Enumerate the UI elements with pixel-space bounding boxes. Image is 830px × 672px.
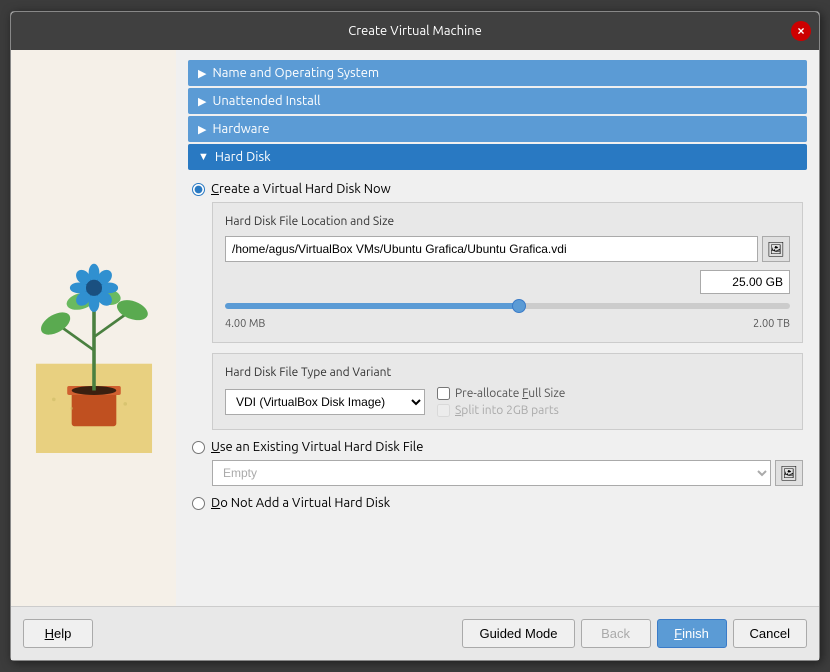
split-label[interactable]: Split into 2GB parts (437, 404, 565, 417)
close-button[interactable]: × (791, 21, 811, 41)
create-vhd-option: Create a Virtual Hard Disk Now Hard Disk… (192, 182, 803, 430)
nav-item-name-os[interactable]: ▶ Name and Operating System (188, 60, 807, 86)
pre-allocate-text: Pre-allocate Full Size (455, 387, 565, 400)
main-panel: ▶ Name and Operating System ▶ Unattended… (176, 50, 819, 606)
footer-left: Help (23, 619, 93, 648)
nav-item-unattended[interactable]: ▶ Unattended Install (188, 88, 807, 114)
cancel-label: Cancel (750, 626, 790, 641)
footer-right: Guided Mode Back Finish Cancel (462, 619, 807, 648)
back-label: Back (601, 626, 630, 641)
existing-browse-icon: 🖼 (780, 465, 798, 482)
nav-arrow-hardware: ▶ (198, 123, 206, 136)
file-browse-button[interactable]: 🖼 (762, 236, 790, 262)
type-row: VDI (VirtualBox Disk Image) VHD (Virtual… (225, 387, 790, 417)
cancel-button[interactable]: Cancel (733, 619, 807, 648)
sidebar-illustration (11, 50, 176, 606)
slider-labels: 4.00 MB 2.00 TB (225, 318, 790, 330)
hard-disk-section: Create a Virtual Hard Disk Now Hard Disk… (188, 172, 807, 530)
size-slider[interactable] (225, 303, 790, 309)
use-existing-label[interactable]: Use an Existing Virtual Hard Disk File (192, 440, 803, 454)
slider-max-label: 2.00 TB (753, 318, 790, 330)
plant-illustration (29, 203, 159, 453)
file-location-title: Hard Disk File Location and Size (225, 215, 790, 228)
help-label: Help (45, 626, 72, 641)
finish-button[interactable]: Finish (657, 619, 727, 648)
slider-min-label: 4.00 MB (225, 318, 265, 330)
split-checkbox (437, 404, 450, 417)
split-text: Split into 2GB parts (455, 404, 559, 417)
pre-allocate-label[interactable]: Pre-allocate Full Size (437, 387, 565, 400)
nav-item-hard-disk[interactable]: ▼ Hard Disk (188, 144, 807, 170)
nav-arrow-unattended: ▶ (198, 95, 206, 108)
do-not-add-option: Do Not Add a Virtual Hard Disk (192, 496, 803, 510)
checkboxes: Pre-allocate Full Size Split into 2GB pa… (437, 387, 565, 417)
existing-row: Empty 🖼 (212, 460, 803, 486)
file-path-input[interactable] (225, 236, 758, 262)
do-not-add-label[interactable]: Do Not Add a Virtual Hard Disk (192, 496, 803, 510)
size-value-row (225, 270, 790, 294)
size-value-input[interactable] (700, 270, 790, 294)
nav-label-name-os: Name and Operating System (212, 66, 379, 80)
file-path-row: 🖼 (225, 236, 790, 262)
existing-select[interactable]: Empty (212, 460, 771, 486)
create-vhd-radio[interactable] (192, 183, 205, 196)
create-vhd-text: Create a Virtual Hard Disk Now (211, 182, 391, 196)
nav-arrow-hard-disk: ▼ (198, 151, 209, 163)
use-existing-option: Use an Existing Virtual Hard Disk File E… (192, 440, 803, 486)
create-vhd-label[interactable]: Create a Virtual Hard Disk Now (192, 182, 803, 196)
dialog-title: Create Virtual Machine (348, 24, 482, 38)
file-type-title: Hard Disk File Type and Variant (225, 366, 790, 379)
guided-mode-label: Guided Mode (479, 626, 557, 641)
format-select[interactable]: VDI (VirtualBox Disk Image) VHD (Virtual… (225, 389, 425, 415)
nav-steps: ▶ Name and Operating System ▶ Unattended… (188, 60, 807, 172)
nav-label-hardware: Hardware (212, 122, 269, 136)
content-area: ▶ Name and Operating System ▶ Unattended… (11, 50, 819, 606)
nav-item-hardware[interactable]: ▶ Hardware (188, 116, 807, 142)
create-vm-dialog: Create Virtual Machine × (10, 11, 820, 661)
file-browse-icon: 🖼 (767, 241, 785, 258)
use-existing-radio[interactable] (192, 441, 205, 454)
finish-label: Finish (674, 626, 709, 641)
pre-allocate-checkbox[interactable] (437, 387, 450, 400)
do-not-add-radio[interactable] (192, 497, 205, 510)
existing-browse-button[interactable]: 🖼 (775, 460, 803, 486)
back-button[interactable]: Back (581, 619, 651, 648)
file-location-section: Hard Disk File Location and Size 🖼 (212, 202, 803, 343)
use-existing-text: Use an Existing Virtual Hard Disk File (211, 440, 423, 454)
do-not-add-text: Do Not Add a Virtual Hard Disk (211, 496, 390, 510)
nav-arrow-name-os: ▶ (198, 67, 206, 80)
nav-label-hard-disk: Hard Disk (215, 150, 271, 164)
footer: Help Guided Mode Back Finish Cancel (11, 606, 819, 660)
guided-mode-button[interactable]: Guided Mode (462, 619, 574, 648)
size-slider-container (225, 298, 790, 312)
help-button[interactable]: Help (23, 619, 93, 648)
title-bar: Create Virtual Machine × (11, 12, 819, 50)
sidebar (11, 50, 176, 606)
file-type-section: Hard Disk File Type and Variant VDI (Vir… (212, 353, 803, 430)
nav-label-unattended: Unattended Install (212, 94, 320, 108)
